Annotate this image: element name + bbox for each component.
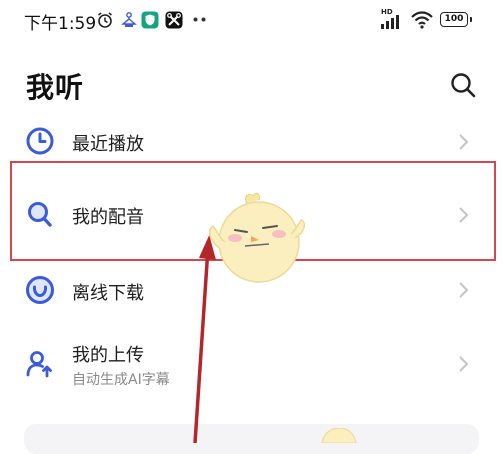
signal-icon [381, 15, 399, 29]
clock-icon [26, 127, 54, 155]
shield-app-icon [141, 11, 159, 29]
chick-sticker-partial [321, 428, 357, 443]
chevron-right-icon [459, 282, 469, 298]
scissors-app-icon [165, 11, 183, 29]
chevron-right-icon [459, 207, 469, 223]
more-dots-icon [193, 17, 206, 22]
bottom-card [24, 424, 479, 454]
list-item-subtitle: 自动生成AI字幕 [72, 372, 170, 388]
status-time: 下午1:59 [24, 14, 97, 34]
list-item-label: 离线下载 [72, 283, 144, 304]
chick-sticker [208, 192, 306, 283]
battery-level-text: 100 [444, 14, 464, 24]
search-mic-icon [28, 202, 52, 227]
wifi-icon [411, 11, 433, 29]
battery-icon: 100 [440, 12, 472, 27]
upload-user-icon [26, 351, 52, 378]
hanger-icon [121, 12, 137, 27]
chevron-right-icon [459, 356, 469, 372]
list-item-label: 我的配音 [72, 207, 144, 228]
download-icon [26, 276, 54, 304]
status-bar: 下午1:59 HD 100 [0, 0, 503, 40]
search-icon[interactable] [448, 70, 478, 100]
list-item-recent-play[interactable]: 最近播放 [0, 118, 503, 164]
list-item-label: 最近播放 [72, 134, 144, 155]
alarm-icon [98, 12, 112, 28]
page-title: 我听 [26, 71, 85, 104]
list-item-my-uploads[interactable]: 我的上传 自动生成AI字幕 [0, 334, 503, 396]
list-item-label: 我的上传 [72, 345, 144, 366]
chevron-right-icon [459, 134, 469, 150]
